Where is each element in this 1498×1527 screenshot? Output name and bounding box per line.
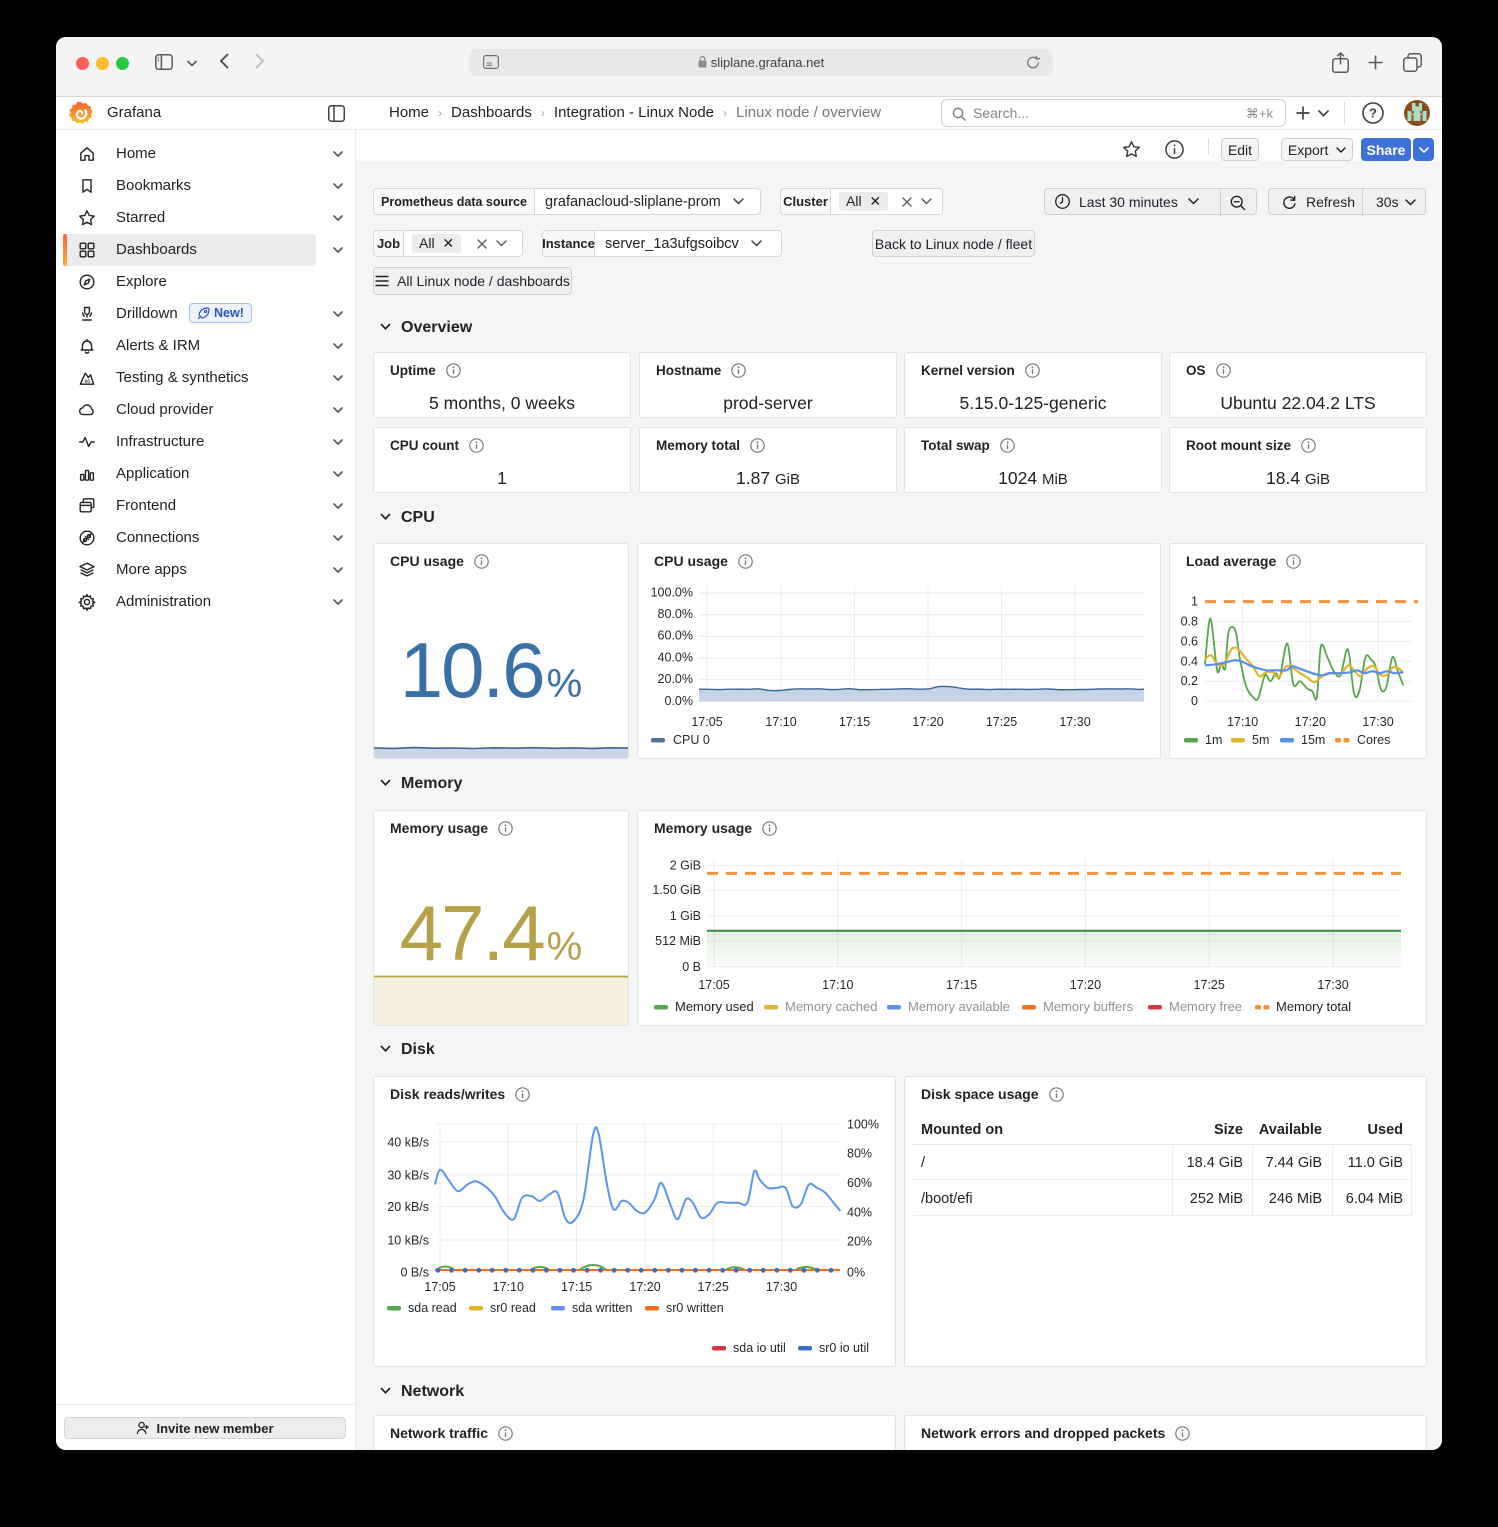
svg-text:sda written: sda written [572, 1301, 632, 1315]
svg-text:17:10: 17:10 [493, 1280, 524, 1294]
svg-text:17:15: 17:15 [561, 1280, 592, 1294]
svg-text:0.4: 0.4 [1181, 654, 1198, 668]
svg-text:0.6: 0.6 [1181, 634, 1198, 648]
svg-text:0.0%: 0.0% [665, 694, 694, 708]
svg-text:100.0%: 100.0% [651, 585, 693, 599]
svg-text:60.0%: 60.0% [658, 629, 693, 643]
svg-text:17:10: 17:10 [1227, 715, 1258, 729]
svg-text:0.8: 0.8 [1181, 615, 1198, 629]
svg-text:Cores: Cores [1357, 733, 1390, 747]
svg-text:17:30: 17:30 [1362, 715, 1393, 729]
svg-text:17:15: 17:15 [839, 715, 870, 729]
svg-text:Memory total: Memory total [1276, 999, 1351, 1014]
svg-text:60%: 60% [847, 1176, 872, 1190]
svg-text:17:25: 17:25 [986, 715, 1017, 729]
svg-text:17:10: 17:10 [822, 978, 853, 992]
svg-text:20 kB/s: 20 kB/s [387, 1200, 429, 1214]
svg-text:k6: k6 [84, 379, 90, 385]
svg-text:sda read: sda read [408, 1301, 457, 1315]
svg-text:sr0 io util: sr0 io util [819, 1341, 869, 1355]
svg-text:10 kB/s: 10 kB/s [387, 1234, 429, 1248]
svg-text:17:20: 17:20 [1070, 978, 1101, 992]
svg-text:1m: 1m [1205, 733, 1222, 747]
svg-text:80%: 80% [847, 1147, 872, 1161]
svg-text:2 GiB: 2 GiB [670, 859, 701, 873]
svg-text:17:05: 17:05 [691, 715, 722, 729]
svg-text:512 MiB: 512 MiB [655, 934, 701, 948]
svg-text:40.0%: 40.0% [658, 650, 693, 664]
svg-text:17:05: 17:05 [698, 978, 729, 992]
svg-text:0%: 0% [847, 1266, 865, 1280]
svg-text:17:10: 17:10 [765, 715, 796, 729]
svg-text:100%: 100% [847, 1118, 879, 1132]
svg-text:80.0%: 80.0% [658, 607, 693, 621]
svg-text:Memory buffers: Memory buffers [1043, 999, 1134, 1014]
svg-text:17:25: 17:25 [698, 1280, 729, 1294]
svg-text:20%: 20% [847, 1235, 872, 1249]
svg-text:?: ? [1369, 106, 1377, 121]
svg-text:30 kB/s: 30 kB/s [387, 1169, 429, 1183]
svg-text:sda io util: sda io util [733, 1341, 786, 1355]
svg-text:Memory free: Memory free [1169, 999, 1242, 1014]
svg-text:5m: 5m [1252, 733, 1269, 747]
svg-text:0.2: 0.2 [1181, 674, 1198, 688]
svg-text:17:30: 17:30 [1059, 715, 1090, 729]
svg-text:Memory cached: Memory cached [785, 999, 877, 1014]
svg-text:17:20: 17:20 [1295, 715, 1326, 729]
svg-text:40 kB/s: 40 kB/s [387, 1136, 429, 1150]
svg-text:17:30: 17:30 [766, 1280, 797, 1294]
svg-text:0 B/s: 0 B/s [401, 1266, 430, 1280]
svg-text:sr0 read: sr0 read [490, 1301, 536, 1315]
svg-text:17:20: 17:20 [629, 1280, 660, 1294]
svg-text:Memory used: Memory used [675, 999, 754, 1014]
svg-text:17:30: 17:30 [1317, 978, 1348, 992]
svg-text:15m: 15m [1301, 733, 1325, 747]
svg-text:17:05: 17:05 [424, 1280, 455, 1294]
svg-text:1.50 GiB: 1.50 GiB [652, 883, 701, 897]
svg-text:0 B: 0 B [682, 960, 701, 974]
svg-text:1: 1 [1191, 595, 1198, 609]
svg-text:40%: 40% [847, 1206, 872, 1220]
svg-text:CPU 0: CPU 0 [673, 733, 710, 747]
svg-text:17:25: 17:25 [1194, 978, 1225, 992]
svg-text:0: 0 [1191, 694, 1198, 708]
svg-text:Memory available: Memory available [908, 999, 1010, 1014]
svg-text:17:15: 17:15 [946, 978, 977, 992]
svg-text:sr0 written: sr0 written [666, 1301, 724, 1315]
svg-text:20.0%: 20.0% [658, 672, 693, 686]
svg-text:17:20: 17:20 [912, 715, 943, 729]
svg-text:1 GiB: 1 GiB [670, 909, 701, 923]
